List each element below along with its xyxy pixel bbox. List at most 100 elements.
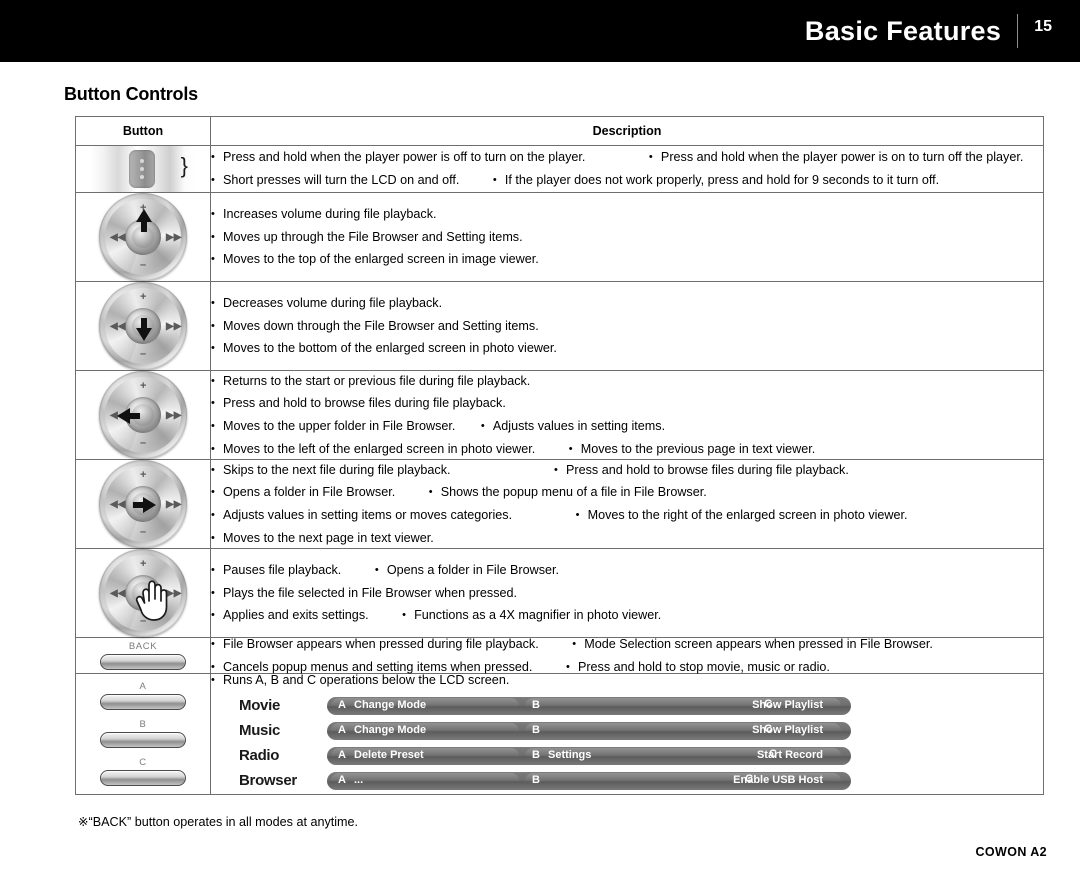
pill-shape bbox=[100, 654, 186, 671]
description-cell: Runs A, B and C operations below the LCD… bbox=[210, 673, 1044, 795]
lcd-segment-bc: B Show Playlist C bbox=[525, 722, 841, 739]
description-cell: Returns to the start or previous file du… bbox=[210, 370, 1044, 460]
table-row: + – ◀◀ ▶▶ Pauses file playback. Opens a … bbox=[75, 548, 1044, 638]
lcd-segment-a: A Change Mode bbox=[331, 697, 519, 714]
minus-icon: – bbox=[140, 526, 147, 538]
column-header-button: Button bbox=[75, 116, 211, 146]
key-badge-a: A bbox=[338, 749, 346, 762]
arrow-right-icon bbox=[133, 497, 156, 513]
description-line: Applies and exits settings. Functions as… bbox=[211, 609, 1043, 622]
lcd-segment-a: A Change Mode bbox=[331, 722, 519, 739]
jog-wheel-left-button-icon: + – ◀◀ ▶▶ bbox=[99, 371, 187, 459]
lcd-hint-bar: A ... B Enable USB Host C bbox=[327, 771, 851, 790]
fast-forward-icon: ▶▶ bbox=[166, 321, 182, 332]
description-text: Moves down through the File Browser and … bbox=[211, 320, 1043, 333]
table-row: + – ◀◀ ▶▶ Skips to the next file during … bbox=[75, 459, 1044, 549]
header-divider bbox=[1017, 14, 1019, 48]
rewind-icon: ◀◀ bbox=[110, 232, 126, 243]
minus-icon: – bbox=[140, 259, 147, 271]
lcd-action-b: Settings bbox=[548, 749, 592, 762]
mode-label: Radio bbox=[239, 747, 280, 765]
description-cell: Pauses file playback. Opens a folder in … bbox=[210, 548, 1044, 638]
key-badge-c: C bbox=[764, 723, 773, 736]
list-item: Radio A Delete Preset B Settings Start R… bbox=[239, 746, 1043, 765]
mode-label: Movie bbox=[239, 697, 281, 715]
button-icon-cell: A B C bbox=[75, 673, 211, 795]
key-badge-b: B bbox=[532, 774, 540, 787]
section-title: Button Controls bbox=[64, 84, 198, 104]
button-icon-cell: BACK bbox=[75, 636, 211, 675]
plus-icon: + bbox=[140, 291, 147, 303]
fast-forward-icon: ▶▶ bbox=[166, 499, 182, 510]
table-row: + – ◀◀ ▶▶ Returns to the start or previo… bbox=[75, 370, 1044, 460]
lcd-segment-bc: B Settings Start Record C bbox=[525, 747, 841, 764]
a-pill-shape bbox=[100, 694, 186, 711]
rewind-icon: ◀◀ bbox=[110, 499, 126, 510]
key-badge-b: B bbox=[532, 699, 540, 712]
list-item: Music A Change Mode B Show Playlist C bbox=[239, 721, 1043, 740]
description-line: Short presses will turn the LCD on and o… bbox=[211, 174, 1043, 187]
lcd-segment-a: A Delete Preset bbox=[331, 747, 519, 764]
description-cell: File Browser appears when pressed during… bbox=[210, 636, 1044, 675]
lcd-segment-bc: B Enable USB Host C bbox=[525, 772, 841, 789]
description-text: If the player does not work properly, pr… bbox=[493, 174, 939, 187]
plus-icon: + bbox=[140, 469, 147, 481]
description-text: Moves to the upper folder in File Browse… bbox=[211, 420, 455, 433]
power-key-shape bbox=[129, 150, 155, 188]
lcd-right-group: Show Playlist C bbox=[752, 723, 823, 736]
key-badge-a: A bbox=[338, 774, 346, 787]
minus-icon: – bbox=[140, 437, 147, 449]
button-icon-cell: } bbox=[75, 145, 211, 193]
lcd-segment-a: A ... bbox=[331, 772, 519, 789]
plus-icon: + bbox=[140, 558, 147, 570]
button-icon-cell: + – ◀◀ ▶▶ bbox=[75, 370, 211, 460]
a-button-label: A bbox=[139, 681, 147, 693]
table-row: + – ◀◀ ▶▶ Decreases volume during file p… bbox=[75, 281, 1044, 371]
c-button-label: C bbox=[139, 757, 147, 769]
footnote: ※“BACK” button operates in all modes at … bbox=[78, 815, 359, 829]
table-row: + – ◀◀ ▶▶ Increases volume during file p… bbox=[75, 192, 1044, 282]
description-text: Press and hold when the player power is … bbox=[211, 151, 585, 164]
lcd-action-a: Change Mode bbox=[354, 699, 427, 712]
key-badge-a: A bbox=[338, 724, 346, 737]
b-button-label: B bbox=[139, 719, 147, 731]
button-icon-cell: + – ◀◀ ▶▶ bbox=[75, 281, 211, 371]
key-badge-c: C bbox=[764, 698, 773, 711]
description-text: Moves to the next page in text viewer. bbox=[211, 531, 1043, 545]
lcd-hint-bar: A Change Mode B Show Playlist C bbox=[327, 721, 851, 740]
description-text: Moves to the top of the enlarged screen … bbox=[211, 253, 1043, 266]
jog-wheel-down-button-icon: + – ◀◀ ▶▶ bbox=[99, 282, 187, 370]
lcd-right-group: Start Record C bbox=[757, 749, 823, 761]
description-text: Short presses will turn the LCD on and o… bbox=[211, 174, 459, 187]
description-text: File Browser appears when pressed during… bbox=[211, 638, 539, 651]
key-badge-a: A bbox=[338, 699, 346, 712]
description-text: Moves to the bottom of the enlarged scre… bbox=[211, 342, 1043, 355]
arrow-down-icon bbox=[136, 318, 152, 341]
description-text: Moves to the left of the enlarged screen… bbox=[211, 442, 535, 456]
c-pill-shape bbox=[100, 770, 186, 787]
column-header-description: Description bbox=[210, 116, 1044, 146]
b-pill-shape bbox=[100, 732, 186, 749]
table-row: A B C Runs A, B and C operations below t… bbox=[75, 673, 1044, 795]
description-text: Press and hold to browse files during fi… bbox=[211, 397, 1043, 410]
fast-forward-icon: ▶▶ bbox=[166, 232, 182, 243]
description-text: Shows the popup menu of a file in File B… bbox=[429, 486, 707, 499]
description-text: Skips to the next file during file playb… bbox=[211, 464, 451, 477]
mode-label: Music bbox=[239, 722, 281, 740]
description-text: Press and hold to stop movie, music or r… bbox=[566, 660, 830, 674]
description-text: Plays the file selected in File Browser … bbox=[211, 587, 1043, 600]
description-text: Cancels popup menus and setting items wh… bbox=[211, 660, 532, 674]
jog-wheel-press-button-icon: + – ◀◀ ▶▶ bbox=[99, 549, 187, 637]
list-item: Movie A Change Mode B Show Playlist C bbox=[239, 696, 1043, 715]
arrow-left-icon bbox=[117, 408, 140, 424]
table-row: } Press and hold when the player power i… bbox=[75, 145, 1044, 193]
description-text: Adjusts values in setting items. bbox=[481, 420, 665, 433]
description-line: File Browser appears when pressed during… bbox=[211, 638, 1043, 651]
description-line: Pauses file playback. Opens a folder in … bbox=[211, 564, 1043, 577]
mode-label: Browser bbox=[239, 772, 297, 790]
page-header: Basic Features 15 bbox=[0, 0, 1080, 62]
pointing-hand-icon bbox=[135, 580, 168, 621]
description-cell: Press and hold when the player power is … bbox=[210, 145, 1044, 193]
button-icon-cell: + – ◀◀ ▶▶ bbox=[75, 459, 211, 549]
lcd-action-a: Delete Preset bbox=[354, 749, 424, 762]
